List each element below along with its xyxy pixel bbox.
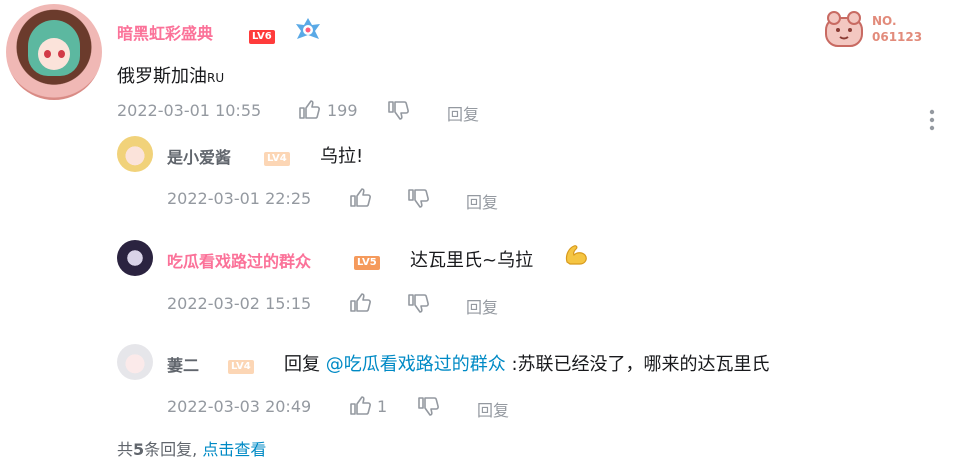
thumb-down-icon (408, 294, 429, 313)
like-count: 199 (327, 101, 358, 120)
thumb-up-icon (350, 188, 371, 207)
medal-icon (292, 16, 324, 48)
reply-avatar[interactable] (117, 344, 153, 380)
muscle-emoji-icon (562, 240, 590, 272)
like-button[interactable] (348, 186, 372, 210)
reply-time: 2022-03-01 22:25 (167, 189, 312, 208)
reply-text: 达瓦里氏~乌拉 (410, 250, 534, 271)
reply-button[interactable]: 回复 (466, 189, 498, 213)
more-options-icon[interactable] (924, 108, 940, 136)
like-button[interactable] (297, 98, 321, 122)
reply-button[interactable]: 回复 (477, 397, 509, 421)
level-badge: LV5 (354, 250, 380, 270)
dislike-button[interactable] (386, 98, 410, 122)
reply-username[interactable]: 是小爱酱 (167, 144, 231, 168)
dislike-button[interactable] (406, 186, 430, 210)
reply-count-summary: 共5条回复, 点击查看 (117, 440, 267, 459)
reply-username[interactable]: 吃瓜看戏路过的群众 (167, 248, 311, 272)
reply-avatar[interactable] (117, 136, 153, 172)
thumb-down-icon (388, 101, 409, 120)
reply-text: 回复 @吃瓜看戏路过的群众 :苏联已经没了，哪来的达瓦里氏 (284, 354, 770, 375)
reply-button[interactable]: 回复 (447, 101, 479, 125)
thumb-up-icon (350, 293, 371, 312)
thumb-down-icon (408, 189, 429, 208)
thumb-up-icon (350, 396, 371, 415)
level-badge: LV4 (228, 354, 254, 374)
fan-badge-number: 061123 (872, 30, 923, 44)
like-button[interactable] (348, 394, 372, 418)
view-replies-link[interactable]: 点击查看 (202, 440, 266, 459)
fan-badge-label: NO. (872, 14, 897, 28)
level-badge: LV4 (264, 146, 290, 166)
comment-username[interactable]: 暗黑虹彩盛典 (117, 20, 213, 44)
comment-time: 2022-03-01 10:55 (117, 101, 262, 120)
thumb-up-icon (299, 100, 320, 119)
mention-link[interactable]: @吃瓜看戏路过的群众 (326, 354, 506, 375)
reply-button[interactable]: 回复 (466, 294, 498, 318)
reply-time: 2022-03-02 15:15 (167, 294, 312, 313)
like-button[interactable] (348, 291, 372, 315)
level-badge: LV6 (249, 24, 275, 44)
fan-badge-icon (822, 8, 866, 56)
like-count: 1 (377, 397, 388, 416)
comment-text: 俄罗斯加油RU (117, 66, 225, 87)
reply-username[interactable]: 萋二 (167, 352, 199, 376)
reply-avatar[interactable] (117, 240, 153, 276)
user-avatar[interactable] (6, 4, 102, 100)
dislike-button[interactable] (406, 291, 430, 315)
dislike-button[interactable] (416, 394, 440, 418)
thumb-down-icon (418, 397, 439, 416)
reply-time: 2022-03-03 20:49 (167, 397, 312, 416)
reply-text: 乌拉! (320, 146, 364, 167)
